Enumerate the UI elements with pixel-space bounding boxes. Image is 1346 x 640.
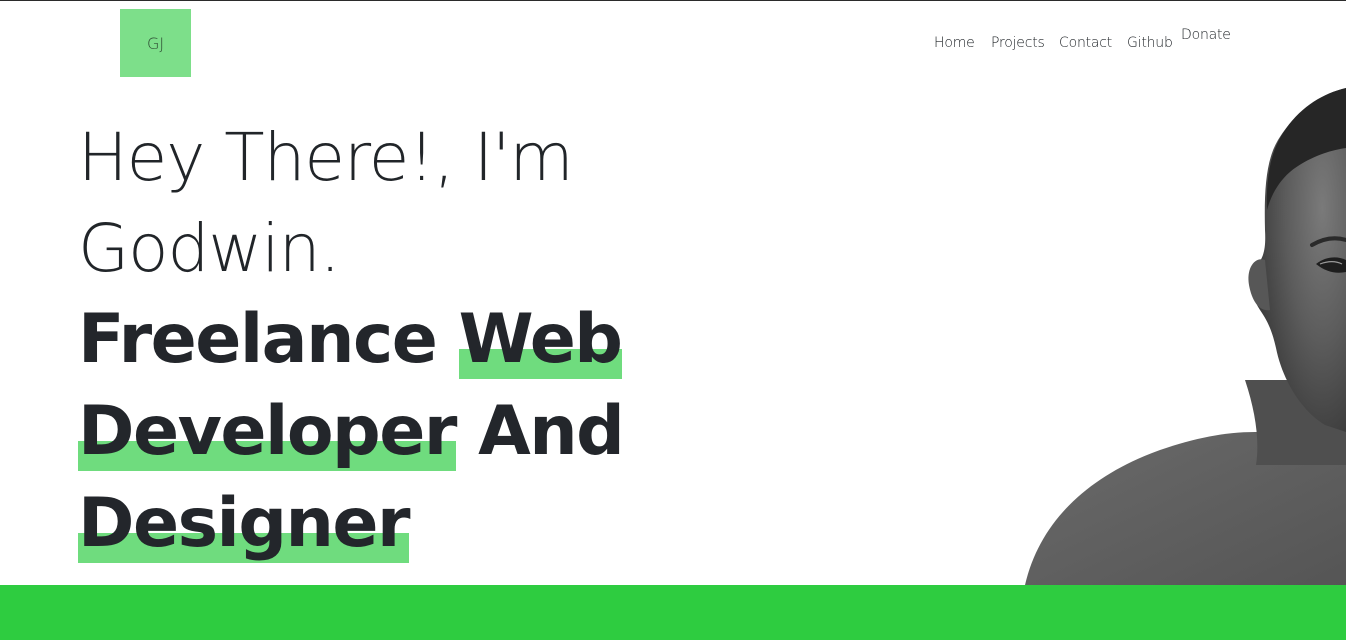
nav-item-donate[interactable]: Donate xyxy=(1181,27,1231,43)
portrait-image xyxy=(1025,88,1346,585)
nav-item-contact[interactable]: Contact xyxy=(1059,35,1112,51)
hero-role: Freelance Web Developer And Designer xyxy=(78,294,698,570)
page: GJ Home Projects Contact Github Donate H… xyxy=(0,0,1346,640)
hero-greeting: Hey There!, I'm Godwin. xyxy=(78,112,698,294)
role-line-1: Freelance Web xyxy=(78,294,698,386)
role-line-2: Developer And xyxy=(78,386,698,478)
role-word-developer: Developer xyxy=(78,392,457,471)
nav-menu: Home Projects Contact Github Donate xyxy=(0,27,1346,56)
role-word-and: And xyxy=(478,392,625,471)
hero-section: Hey There!, I'm Godwin. Freelance Web De… xyxy=(78,112,698,570)
top-border xyxy=(0,0,1346,1)
role-line-3: Designer xyxy=(78,478,698,570)
role-word-freelance: Freelance xyxy=(78,300,438,379)
nav-item-home[interactable]: Home xyxy=(934,35,975,51)
nav-item-github[interactable]: Github xyxy=(1127,35,1173,51)
footer-band xyxy=(0,585,1346,640)
greeting-line-1: Hey There!, I'm xyxy=(78,119,574,196)
nav-item-projects[interactable]: Projects xyxy=(991,35,1045,51)
role-word-designer: Designer xyxy=(78,484,411,563)
greeting-line-2: Godwin. xyxy=(78,210,341,287)
role-word-web: Web xyxy=(458,300,623,379)
